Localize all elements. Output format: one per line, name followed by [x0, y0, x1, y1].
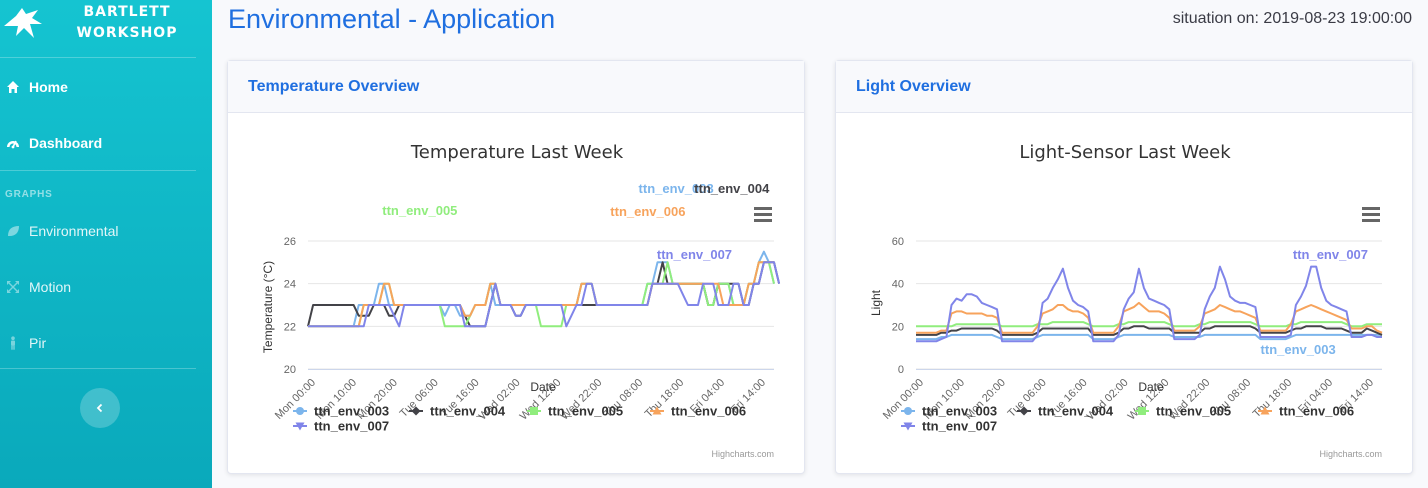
series-line-ttn_env_007: [916, 265, 1382, 343]
sidebar-divider: [0, 368, 196, 369]
logo-icon: [4, 8, 42, 38]
y-tick-label: 22: [284, 321, 296, 333]
sidebar-divider: [0, 57, 196, 58]
x-axis-label: Date: [1138, 380, 1164, 394]
sidebar-item-label: Dashboard: [29, 135, 103, 151]
series-line-ttn_env_004: [307, 261, 781, 328]
sidebar-item-motion[interactable]: Motion: [0, 277, 212, 297]
legend-item-ttn_env_003[interactable]: ttn_env_003: [293, 404, 389, 419]
card-header: Temperature Overview: [228, 61, 804, 113]
legend-label: ttn_env_006: [671, 404, 746, 419]
data-label-ttn_env_004: ttn_env_004: [694, 181, 770, 196]
legend-item-ttn_env_003[interactable]: ttn_env_003: [901, 404, 997, 419]
series-line-ttn_env_003: [916, 333, 1382, 341]
credits-link[interactable]: Highcharts.com: [711, 449, 774, 459]
y-tick-label: 60: [892, 236, 904, 248]
legend-item-ttn_env_007[interactable]: ttn_env_007: [293, 419, 389, 434]
chevron-left-icon: [96, 403, 103, 413]
series-line-ttn_env_006: [308, 261, 774, 328]
x-axis-label: Date: [530, 380, 556, 394]
sidebar-item-home[interactable]: Home: [0, 77, 212, 97]
temperature-card: Temperature Overview Temperature Last We…: [227, 60, 805, 474]
card-header: Light Overview: [836, 61, 1412, 113]
legend-item-ttn_env_004[interactable]: ttn_env_004: [1017, 404, 1114, 419]
home-icon: [6, 80, 20, 94]
y-tick-label: 24: [284, 279, 296, 291]
legend-label: ttn_env_003: [922, 404, 997, 419]
sidebar-heading: GRAPHS: [5, 189, 53, 200]
y-tick-label: 20: [892, 321, 904, 333]
brand-line-2: WORKSHOP: [76, 25, 178, 41]
brand-line-1: BARTLETT: [83, 4, 171, 20]
leaf-icon: [6, 224, 20, 238]
card-title: Light Overview: [856, 77, 971, 95]
data-label-ttn_env_006: ttn_env_006: [610, 204, 685, 219]
legend-label: ttn_env_007: [922, 419, 997, 434]
legend-label: ttn_env_004: [430, 404, 506, 419]
temperature-chart: Temperature Last Week 20 22 24 26 Mon 00:00…: [261, 142, 781, 459]
y-tick-label: 0: [898, 364, 904, 376]
sidebar-item-environmental[interactable]: Environmental: [0, 221, 212, 241]
brand[interactable]: BARTLETT WORKSHOP: [0, 0, 212, 57]
sidebar-toggle-button[interactable]: [80, 388, 120, 428]
situation-timestamp: situation on: 2019-08-23 19:00:00: [1172, 10, 1412, 27]
sidebar-item-label: Motion: [29, 279, 72, 295]
motion-icon: [6, 280, 20, 294]
y-tick-label: 40: [892, 279, 904, 291]
light-card: Light Overview Light-Sensor Last Week 0 2…: [835, 60, 1413, 474]
page-title: Environmental - Application: [228, 4, 556, 34]
dashboard-icon: [6, 136, 20, 150]
chart-menu-icon[interactable]: [1362, 207, 1380, 222]
credits-link[interactable]: Highcharts.com: [1319, 449, 1382, 459]
person-icon: [6, 336, 20, 350]
legend-label: ttn_env_005: [1156, 404, 1231, 419]
sidebar-item-pir[interactable]: Pir: [0, 333, 212, 353]
sidebar-item-label: Home: [29, 79, 68, 95]
legend-marker-ttn_env_003: [296, 407, 304, 415]
data-label-ttn_env_007: ttn_env_007: [1293, 247, 1368, 262]
series-line-ttn_env_005: [308, 261, 775, 328]
legend-label: ttn_env_007: [314, 419, 389, 434]
legend-label: ttn_env_005: [548, 404, 623, 419]
data-label-ttn_env_007: ttn_env_007: [657, 247, 732, 262]
y-axis-label: Temperature (°C): [261, 261, 275, 353]
x-tick-label: Mon 00:00: [273, 377, 318, 422]
y-axis-label: Light: [869, 289, 883, 316]
sidebar-item-label: Environmental: [29, 223, 119, 239]
sidebar-divider: [0, 170, 196, 171]
sidebar-item-dashboard[interactable]: Dashboard: [0, 133, 212, 153]
chart-title: Temperature Last Week: [410, 142, 624, 163]
x-tick-label: Mon 00:00: [881, 377, 926, 422]
y-tick-label: 20: [284, 364, 296, 376]
legend-marker-ttn_env_005: [1138, 407, 1146, 415]
data-label-ttn_env_003: ttn_env_003: [1261, 342, 1336, 357]
card-title: Temperature Overview: [248, 77, 420, 95]
light-chart: Light-Sensor Last Week 0 20 40 60 Mon 00:00…: [869, 142, 1383, 459]
series-line-ttn_env_007: [308, 261, 781, 328]
legend-label: ttn_env_006: [1279, 404, 1354, 419]
legend-label: ttn_env_003: [314, 404, 389, 419]
chart-title: Light-Sensor Last Week: [1019, 142, 1231, 163]
series-line-ttn_env_004: [916, 325, 1383, 336]
chart-menu-icon[interactable]: [754, 207, 772, 222]
brand-text: BARTLETT WORKSHOP: [62, 2, 192, 44]
legend-marker-ttn_env_003: [904, 407, 912, 415]
legend-label: ttn_env_004: [1038, 404, 1114, 419]
legend-item-ttn_env_004[interactable]: ttn_env_004: [409, 404, 506, 419]
legend-item-ttn_env_007[interactable]: ttn_env_007: [901, 419, 997, 434]
legend-marker-ttn_env_005: [530, 407, 538, 415]
sidebar: BARTLETT WORKSHOP Home Dashboard GRAPHS …: [0, 0, 212, 488]
data-label-ttn_env_005: ttn_env_005: [382, 203, 457, 218]
sidebar-item-label: Pir: [29, 335, 47, 351]
y-tick-label: 26: [284, 236, 296, 248]
